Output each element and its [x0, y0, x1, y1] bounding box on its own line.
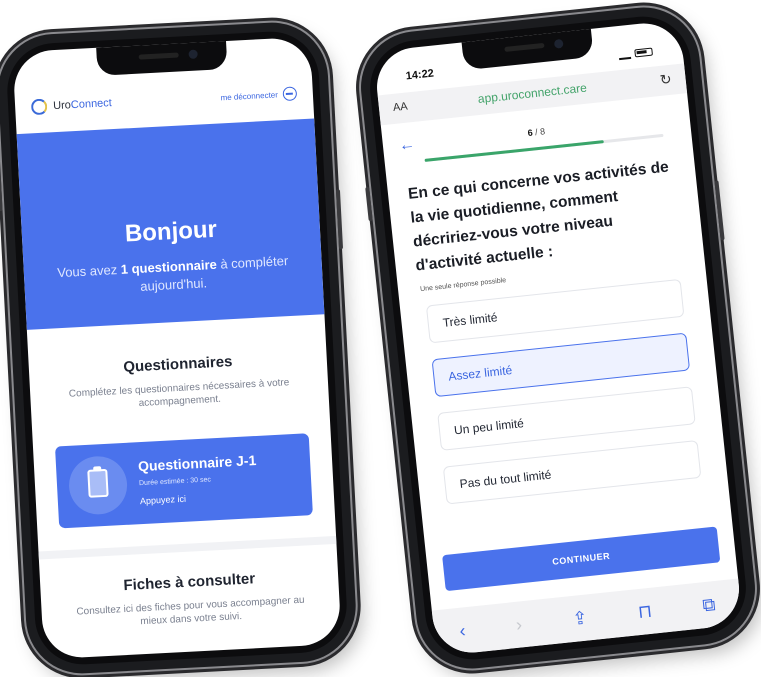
power-button [335, 189, 344, 250]
screen-home: UroConnect me déconnecter Bonjour Vous a… [12, 36, 342, 660]
greeting-title: Bonjour [124, 215, 218, 248]
speaker [138, 52, 179, 60]
clipboard-icon [87, 468, 109, 498]
option-label: Pas du tout limité [458, 467, 553, 492]
option-un-peu-limite[interactable]: Un peu limité [437, 386, 696, 451]
screen-questionnaire: 14:22 AA app.uroconnect.care ↻ ← 6 / 8 E… [373, 19, 743, 657]
camera [188, 49, 198, 59]
phone-left: UroConnect me déconnecter Bonjour Vous a… [0, 19, 359, 677]
speaker [504, 42, 545, 52]
logout-icon [282, 86, 298, 102]
logo-icon [30, 98, 48, 116]
fiches-subtitle: Consultez ici des fiches pour vous accom… [76, 594, 305, 628]
status-time: 14:22 [405, 67, 435, 83]
questionnaire-action: Appuyez ici [139, 493, 187, 507]
question-text: En ce qui concerne vos activités de la v… [407, 158, 670, 275]
option-tres-limite[interactable]: Très limité [425, 278, 685, 344]
question-hint: Une seule réponse possible [419, 277, 507, 294]
signal-icon [618, 48, 632, 61]
volume-button [0, 176, 3, 212]
power-button [714, 180, 725, 241]
greeting-message: Vous avez 1 questionnaire à compléter au… [56, 253, 289, 294]
phone-right: 14:22 AA app.uroconnect.care ↻ ← 6 / 8 E… [355, 1, 761, 675]
option-label: Très limité [442, 310, 499, 330]
section-divider [38, 535, 337, 560]
camera [553, 38, 564, 49]
questionnaire-title: Questionnaire J-1 [137, 452, 257, 475]
share-icon[interactable]: ⇪ [571, 607, 588, 629]
tabs-icon[interactable]: ⧉ [701, 594, 716, 616]
volume-button [365, 186, 373, 222]
continue-button[interactable]: CONTINUER [442, 526, 721, 592]
option-label: Assez limité [447, 363, 513, 384]
clipboard-icon-circle [67, 454, 129, 516]
bookmarks-icon[interactable]: ⊓ [637, 600, 653, 622]
back-icon[interactable]: ‹ [458, 620, 466, 642]
hero-banner: Bonjour Vous avez 1 questionnaire à comp… [16, 118, 325, 330]
logout-button[interactable]: me déconnecter [220, 86, 298, 104]
reload-icon[interactable]: ↻ [659, 71, 672, 89]
logo-text: UroConnect [52, 97, 113, 113]
questionnaire-duration: Durée estimée : 30 sec [138, 476, 212, 488]
option-pas-du-tout-limite[interactable]: Pas du tout limité [442, 439, 702, 505]
forward-icon[interactable]: › [515, 614, 523, 636]
option-assez-limite[interactable]: Assez limité [431, 332, 691, 398]
logo[interactable]: UroConnect [30, 95, 113, 116]
status-icons [618, 47, 653, 61]
option-label: Un peu limité [453, 416, 525, 438]
questionnaires-subtitle: Complétez les questionnaires nécessaires… [68, 377, 290, 410]
logout-label: me déconnecter [220, 89, 279, 102]
battery-icon [634, 47, 653, 58]
questionnaire-card[interactable]: Questionnaire J-1 Durée estimée : 30 sec… [54, 433, 313, 529]
